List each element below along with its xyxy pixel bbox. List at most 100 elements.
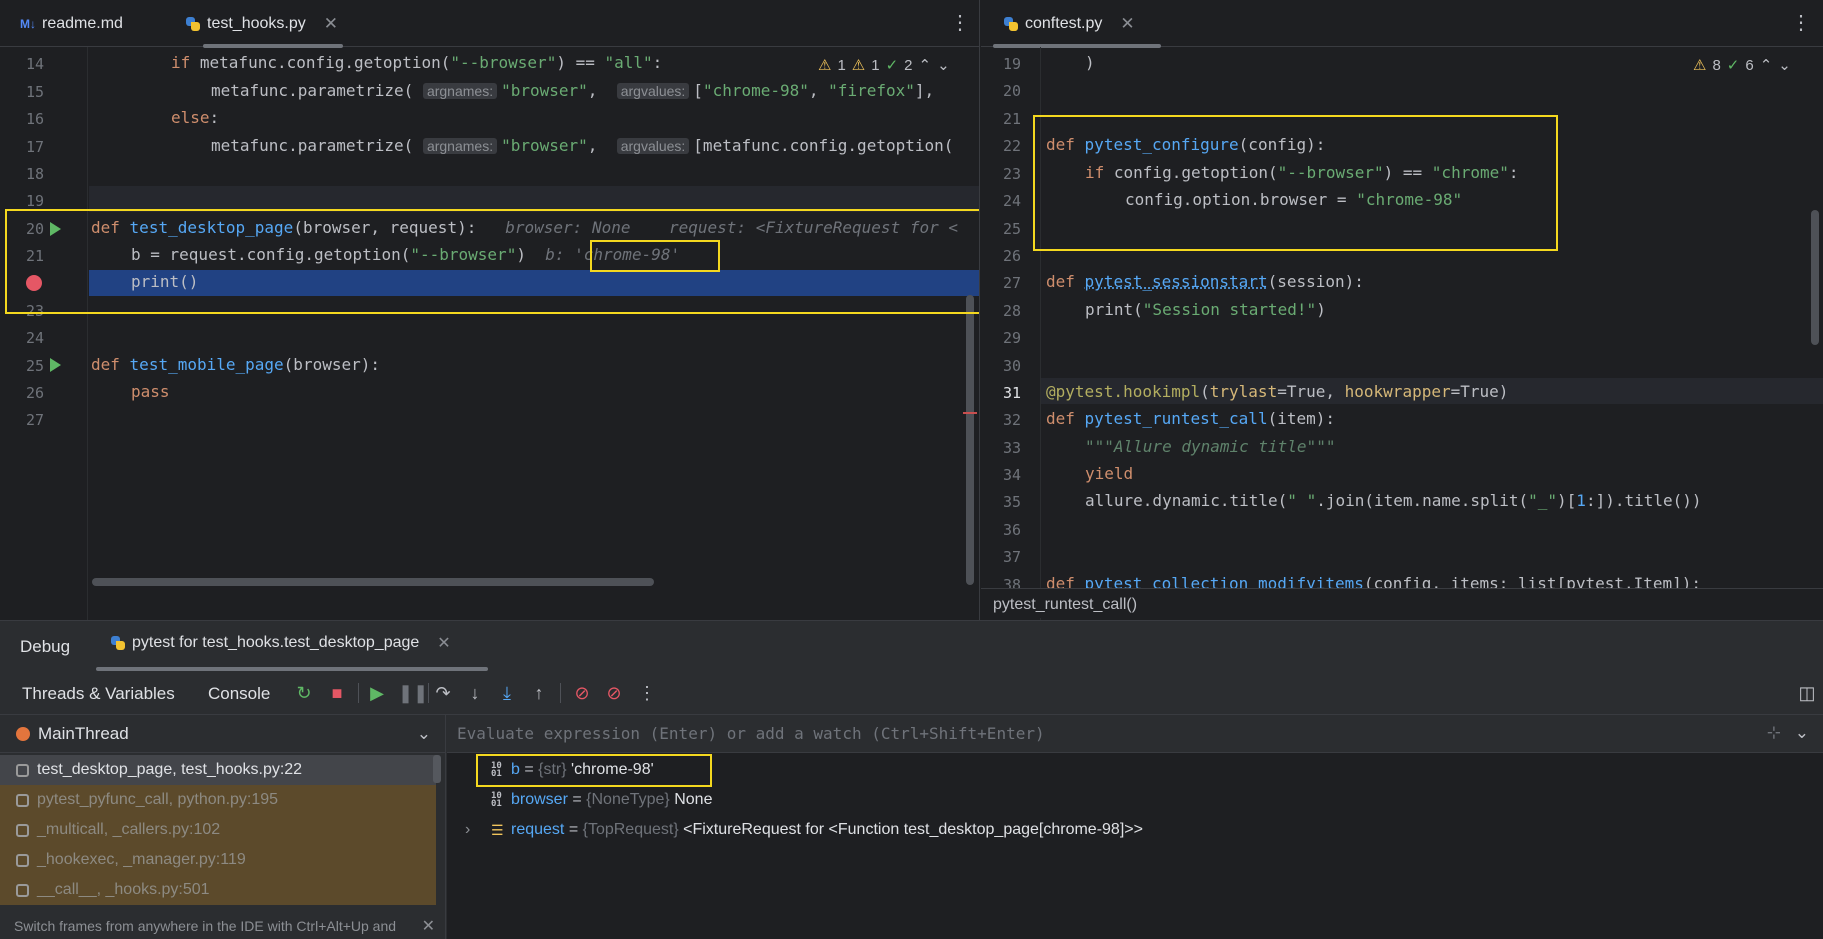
- horizontal-scrollbar[interactable]: [92, 578, 654, 586]
- step-over-icon[interactable]: ↷: [432, 683, 454, 704]
- left-gutter: 14 15 16 17 18 19 20 21 23 24 25 26 27: [0, 47, 88, 620]
- python-icon: [1003, 16, 1019, 32]
- warning-icon: ⚠: [851, 57, 866, 74]
- code-line-28: print("Session started!"): [1085, 300, 1326, 319]
- right-gutter: 19 20 21 22 23 24 25 26 27 28 29 30 31 3…: [981, 47, 1041, 620]
- line-number: 24: [25, 329, 44, 347]
- close-tab-icon[interactable]: ✕: [324, 14, 338, 34]
- parameter-hint: argvalues:: [616, 83, 690, 99]
- frame-item[interactable]: __call__, _hooks.py:501: [0, 875, 436, 905]
- vertical-scrollbar[interactable]: [966, 295, 974, 585]
- line-number: 25: [25, 357, 44, 375]
- line-number: 31: [1002, 384, 1021, 402]
- frames-hint: Switch frames from anywhere in the IDE w…: [0, 911, 445, 939]
- step-into-my-code-icon[interactable]: ⤓: [496, 683, 518, 704]
- resume-icon[interactable]: ▶: [366, 683, 388, 704]
- object-var-icon: ☰: [491, 821, 504, 838]
- frames-panel: MainThread ⌄ test_desktop_page, test_hoo…: [0, 715, 446, 939]
- run-test-icon[interactable]: [50, 358, 61, 372]
- close-session-icon[interactable]: ✕: [437, 633, 450, 653]
- debug-tool-window: Debug pytest for test_hooks.test_desktop…: [0, 620, 1823, 939]
- run-test-icon[interactable]: [50, 222, 61, 236]
- code-line-14: if metafunc.config.getoption("--browser"…: [171, 53, 663, 72]
- breadcrumb[interactable]: pytest_runtest_call(): [981, 588, 1823, 618]
- chevron-up-icon[interactable]: ⌃: [1760, 56, 1773, 74]
- more-actions-icon[interactable]: ⋮: [636, 683, 658, 704]
- line-number: 29: [1002, 329, 1021, 347]
- tab-console[interactable]: Console: [208, 684, 270, 704]
- tab-readme[interactable]: M↓ readme.md: [10, 0, 133, 47]
- tab-conftest[interactable]: conftest.py ✕: [993, 0, 1161, 48]
- close-hint-icon[interactable]: ✕: [422, 916, 435, 936]
- debug-inline-values: browser: None request: <FixtureRequest f…: [505, 218, 958, 237]
- rerun-icon[interactable]: ↻: [293, 683, 315, 704]
- frame-icon: [16, 793, 29, 807]
- stop-icon[interactable]: ■: [326, 683, 348, 704]
- line-number: 22: [1002, 137, 1021, 155]
- toolbar-separator: [560, 683, 561, 703]
- chevron-down-icon[interactable]: ⌄: [1795, 723, 1809, 743]
- more-options-icon[interactable]: ⋮: [1791, 10, 1811, 35]
- python-icon: [185, 16, 201, 32]
- breakpoint-icon[interactable]: [26, 275, 42, 291]
- code-line-35: allure.dynamic.title(" ".join(item.name.…: [1085, 491, 1702, 510]
- code-line-34: yield: [1085, 464, 1134, 483]
- mute-breakpoints-icon[interactable]: ⊘: [603, 683, 625, 704]
- line-number: 14: [25, 55, 44, 73]
- step-into-icon[interactable]: ↓: [464, 683, 486, 704]
- inspection-widget[interactable]: ⚠ 8 ✓ 6 ⌃ ⌄: [1693, 56, 1791, 75]
- variable-row-browser[interactable]: 10 01 browser = {NoneType} None: [447, 785, 1823, 815]
- frame-item[interactable]: test_desktop_page, test_hooks.py:22: [0, 755, 436, 785]
- variables-panel: Evaluate expression (Enter) or add a wat…: [447, 715, 1823, 939]
- debug-session-tab[interactable]: pytest for test_hooks.test_desktop_page …: [110, 633, 451, 653]
- evaluate-expression-input[interactable]: Evaluate expression (Enter) or add a wat…: [447, 715, 1823, 753]
- frame-item[interactable]: _hookexec, _manager.py:119: [0, 845, 436, 875]
- markdown-icon: M↓: [20, 16, 36, 31]
- chevron-down-icon[interactable]: ⌄: [937, 56, 950, 74]
- debug-title-bar: Debug pytest for test_hooks.test_desktop…: [0, 621, 1823, 671]
- inspection-widget[interactable]: ⚠ 1 ⚠ 1 ✓ 2 ⌃ ⌄: [818, 56, 950, 75]
- chevron-up-icon[interactable]: ⌃: [919, 56, 932, 74]
- chevron-down-icon[interactable]: ⌄: [1778, 56, 1791, 74]
- step-out-icon[interactable]: ↑: [528, 683, 550, 704]
- code-line-23: if config.getoption("--browser") == "chr…: [1085, 163, 1519, 182]
- line-number: 27: [1002, 274, 1021, 292]
- code-line-19: ): [1085, 53, 1095, 72]
- vertical-scrollbar[interactable]: [1811, 210, 1819, 345]
- thread-selector[interactable]: MainThread ⌄: [0, 715, 445, 753]
- tab-label: test_hooks.py: [207, 14, 306, 32]
- line-number: 32: [1002, 411, 1021, 429]
- line-number: 28: [1002, 302, 1021, 320]
- pause-icon[interactable]: ❚❚: [398, 683, 428, 704]
- variable-row-request[interactable]: › ☰ request = {TopRequest} <FixtureReque…: [447, 815, 1823, 845]
- line-number: 21: [25, 247, 44, 265]
- line-number: 30: [1002, 357, 1021, 375]
- line-number: 16: [25, 110, 44, 128]
- layout-settings-icon[interactable]: ◫: [1796, 683, 1818, 704]
- expand-chevron-icon[interactable]: ›: [465, 821, 491, 839]
- line-number: 37: [1002, 548, 1021, 566]
- tab-label: conftest.py: [1025, 14, 1103, 32]
- code-line-26: pass: [131, 382, 170, 401]
- view-breakpoints-icon[interactable]: ⊘: [571, 683, 593, 704]
- tab-threads-variables[interactable]: Threads & Variables: [22, 684, 175, 704]
- line-number: 19: [1002, 55, 1021, 73]
- add-watch-icon[interactable]: ⊹: [1767, 723, 1781, 743]
- current-line-highlight: [89, 186, 979, 212]
- frames-scrollbar[interactable]: [433, 755, 441, 783]
- code-line-25: def test_mobile_page(browser):: [91, 355, 380, 374]
- more-options-icon[interactable]: ⋮: [950, 10, 970, 35]
- line-number: 35: [1002, 493, 1021, 511]
- debug-toolbar: Threads & Variables Console ↻ ■ ▶ ❚❚ ↷ ↓…: [0, 671, 1823, 715]
- line-number: 26: [1002, 247, 1021, 265]
- line-number: 20: [25, 220, 44, 238]
- frame-item[interactable]: pytest_pyfunc_call, python.py:195: [0, 785, 436, 815]
- right-editor-pane: conftest.py ✕ ⋮ ⚠ 8 ✓ 6 ⌃ ⌄ 19 20 21 22 23…: [981, 0, 1823, 620]
- variable-row-b[interactable]: 10 01 b = {str} 'chrome-98': [447, 755, 1823, 785]
- close-tab-icon[interactable]: ✕: [1120, 14, 1134, 34]
- line-number: 36: [1002, 521, 1021, 539]
- line-number: 20: [1002, 82, 1021, 100]
- line-number: 23: [25, 302, 44, 320]
- frame-item[interactable]: _multicall, _callers.py:102: [0, 815, 436, 845]
- tab-test-hooks[interactable]: test_hooks.py ✕: [175, 0, 348, 48]
